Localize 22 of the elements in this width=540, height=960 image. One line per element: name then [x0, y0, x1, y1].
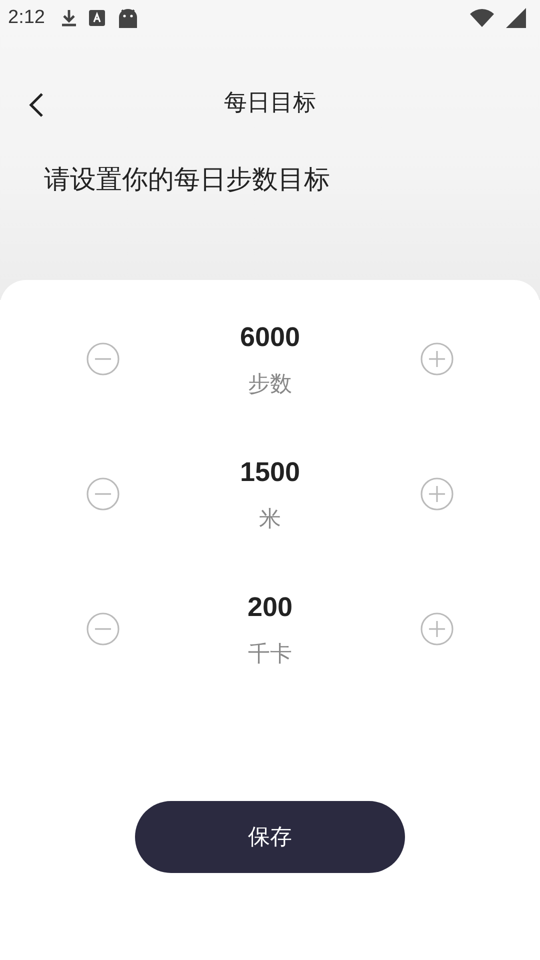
status-time: 2:12 [8, 7, 45, 29]
android-icon [116, 8, 139, 28]
minus-icon[interactable] [86, 477, 120, 511]
plus-icon[interactable] [420, 477, 454, 511]
goal-unit: 米 [258, 506, 281, 534]
save-button[interactable]: 保存 [135, 801, 405, 873]
goal-value: 1500 [240, 457, 300, 488]
plus-icon[interactable] [420, 342, 454, 376]
download-icon [60, 9, 77, 27]
goal-unit: 步数 [248, 371, 292, 399]
goal-value: 6000 [240, 322, 300, 353]
prompt-text: 请设置你的每日步数目标 [43, 164, 331, 197]
goal-value: 200 [247, 592, 293, 623]
plus-icon[interactable] [420, 612, 454, 646]
signal-icon [506, 8, 526, 28]
wifi-icon [470, 9, 494, 27]
back-icon[interactable] [28, 92, 46, 118]
app-icon [88, 10, 105, 26]
minus-icon[interactable] [86, 612, 120, 646]
page-title: 每日目标 [224, 88, 316, 118]
minus-icon[interactable] [86, 342, 120, 376]
goal-unit: 千卡 [248, 641, 292, 669]
